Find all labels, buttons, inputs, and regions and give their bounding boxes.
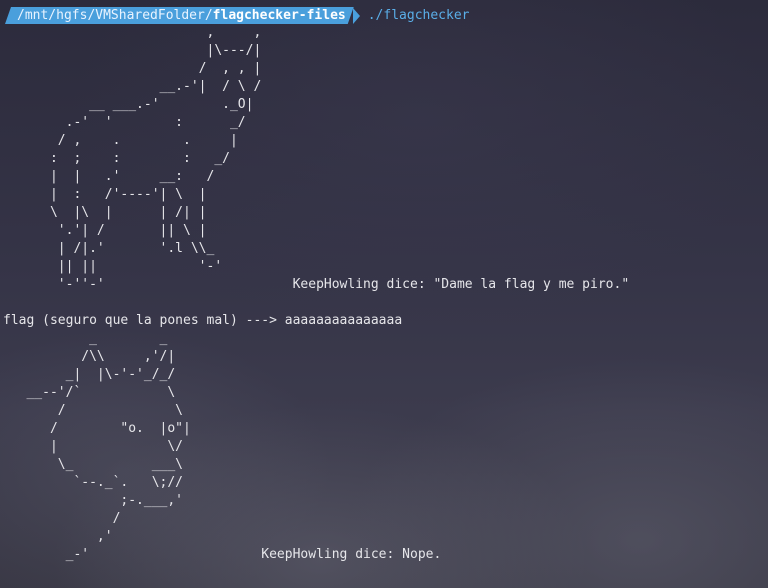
path-prefix: /mnt/hgfs/VMSharedFolder/: [17, 8, 213, 23]
command-text: ./flagchecker: [367, 8, 470, 23]
ascii-art-wolf-1: , , |\---/| / , , | __.-'| / \ / __ ___.…: [49, 25, 262, 292]
terminal-output[interactable]: , , |\---/| / , , | __.-'| / \ / __ ___.…: [3, 24, 629, 564]
prompt-arrow-icon: [352, 7, 360, 24]
flag-input-value: aaaaaaaaaaaaaaa: [284, 313, 403, 328]
wolf-message-2: KeepHowling dice: Nope.: [261, 547, 442, 562]
shell-prompt: /mnt/hgfs/VMSharedFolder/flagchecker-fil…: [5, 7, 469, 24]
flag-input-prompt: flag (seguro que la pones mal) --->: [3, 313, 277, 328]
ascii-art-wolf-2: _ _ /\\ ,'/| _| |\-'-'_/_/ __--'/` \ / \…: [26, 331, 191, 562]
path-current-dir: flagchecker-files: [212, 8, 346, 23]
prompt-path-segment: /mnt/hgfs/VMSharedFolder/flagchecker-fil…: [5, 7, 354, 24]
wolf-message-1: KeepHowling dice: "Dame la flag y me pir…: [292, 277, 630, 292]
